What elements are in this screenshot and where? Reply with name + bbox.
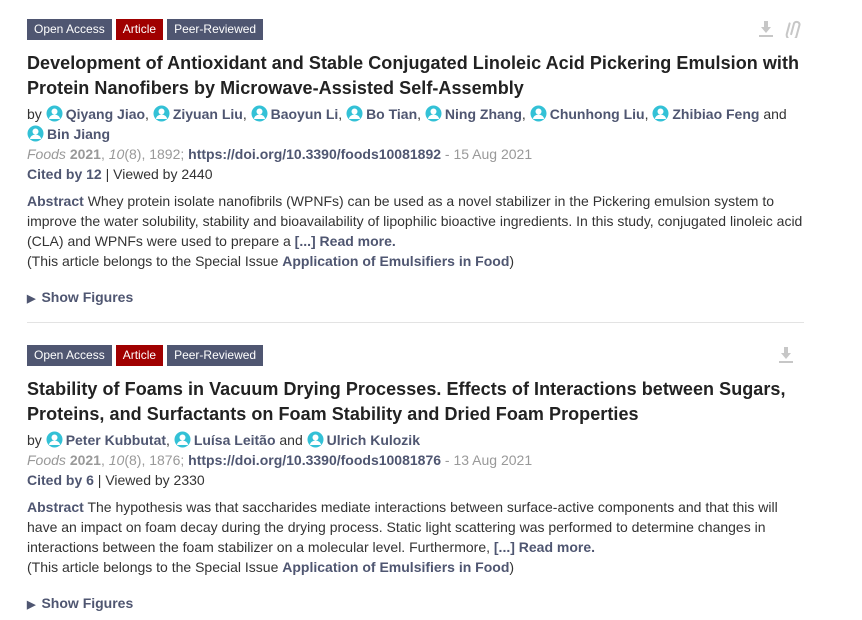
year: 2021	[69, 146, 101, 162]
author-link[interactable]: Bo Tian	[346, 105, 417, 122]
volume: 10	[108, 146, 125, 162]
abstract: Abstract The hypothesis was that sacchar…	[27, 497, 805, 557]
author-link[interactable]: Luísa Leitão	[174, 431, 276, 448]
paperclip-icon[interactable]	[784, 20, 804, 41]
author-link[interactable]: Peter Kubbutat	[46, 431, 166, 448]
peer-reviewed-badge: Peer-Reviewed	[167, 19, 264, 40]
download-icon[interactable]	[758, 20, 774, 38]
read-more-link[interactable]: [...] Read more.	[295, 233, 396, 249]
special-issue-note: (This article belongs to the Special Iss…	[27, 557, 804, 577]
author-avatar-icon	[46, 105, 63, 122]
read-more-link[interactable]: [...] Read more.	[494, 539, 595, 555]
and-label: and	[763, 106, 787, 122]
peer-reviewed-badge: Peer-Reviewed	[167, 345, 264, 366]
author-avatar-icon	[46, 431, 63, 448]
abstract-label: Abstract	[27, 499, 84, 515]
doi-link[interactable]: https://doi.org/10.3390/foods10081876	[188, 452, 441, 468]
volume: 10	[108, 452, 125, 468]
special-issue-note: (This article belongs to the Special Iss…	[27, 251, 804, 271]
author-avatar-icon	[652, 105, 669, 122]
article-title[interactable]: Development of Antioxidant and Stable Co…	[27, 51, 804, 101]
stats-line: Cited by 6 | Viewed by 2330	[27, 470, 804, 490]
author-avatar-icon	[174, 431, 191, 448]
author-link[interactable]: Ning Zhang	[425, 105, 522, 122]
article-type-badge: Article	[115, 345, 164, 366]
author-link[interactable]: Ulrich Kulozik	[307, 431, 420, 448]
author-link[interactable]: Qiyang Jiao	[46, 105, 145, 122]
article-type-badge: Article	[115, 19, 164, 40]
show-figures-label: Show Figures	[41, 595, 134, 611]
article-tools	[778, 346, 794, 364]
author-avatar-icon	[346, 105, 363, 122]
show-figures-toggle[interactable]: ▶ Show Figures	[27, 594, 804, 614]
abstract-text: The hypothesis was that saccharides medi…	[27, 499, 778, 555]
abstract: Abstract Whey protein isolate nanofibril…	[27, 191, 805, 251]
view-count: | Viewed by 2330	[97, 472, 205, 488]
abstract-text: Whey protein isolate nanofibrils (WPNFs)…	[27, 193, 803, 249]
author-avatar-icon	[27, 125, 44, 142]
article-divider	[27, 322, 804, 323]
article-item: Open Access Article Peer-Reviewed Develo…	[27, 19, 804, 308]
show-figures-toggle[interactable]: ▶ Show Figures	[27, 288, 804, 308]
author-avatar-icon	[251, 105, 268, 122]
open-access-badge: Open Access	[27, 19, 112, 40]
issue-pages: (8), 1876;	[124, 452, 185, 468]
publish-date: - 15 Aug 2021	[444, 146, 533, 162]
citation-meta: Foods 2021, 10(8), 1892; https://doi.org…	[27, 146, 533, 162]
special-issue-link[interactable]: Application of Emulsifiers in Food	[282, 253, 509, 269]
author-link[interactable]: Ziyuan Liu	[153, 105, 243, 122]
view-count: | Viewed by 2440	[105, 166, 213, 182]
year: 2021	[69, 452, 101, 468]
author-link[interactable]: Zhibiao Feng	[652, 105, 759, 122]
special-issue-prefix: (This article belongs to the Special Iss…	[27, 253, 279, 269]
issue-pages: (8), 1892;	[124, 146, 185, 162]
author-avatar-icon	[425, 105, 442, 122]
special-issue-suffix: )	[509, 253, 515, 269]
by-label: by	[27, 432, 42, 448]
author-list: by Qiyang Jiao, Ziyuan Liu, Baoyun Li, B…	[27, 105, 787, 142]
journal-name: Foods	[27, 146, 66, 162]
cited-by-link[interactable]: Cited by 6	[27, 472, 94, 488]
article-item: Open Access Article Peer-Reviewed Stabil…	[27, 345, 804, 614]
article-tools	[758, 20, 804, 41]
stats-line: Cited by 12 | Viewed by 2440	[27, 164, 804, 184]
triangle-right-icon: ▶	[27, 293, 36, 305]
cited-by-link[interactable]: Cited by 12	[27, 166, 102, 182]
show-figures-label: Show Figures	[41, 289, 134, 305]
journal-name: Foods	[27, 452, 66, 468]
author-link[interactable]: Chunhong Liu	[530, 105, 645, 122]
author-link[interactable]: Baoyun Li	[251, 105, 338, 122]
author-avatar-icon	[153, 105, 170, 122]
open-access-badge: Open Access	[27, 345, 112, 366]
article-title[interactable]: Stability of Foams in Vacuum Drying Proc…	[27, 377, 804, 427]
citation-meta: Foods 2021, 10(8), 1876; https://doi.org…	[27, 452, 533, 468]
badge-row: Open Access Article Peer-Reviewed	[27, 345, 804, 367]
download-icon[interactable]	[778, 346, 794, 364]
author-avatar-icon	[530, 105, 547, 122]
badge-row: Open Access Article Peer-Reviewed	[27, 19, 804, 41]
author-link[interactable]: Bin Jiang	[27, 125, 110, 142]
special-issue-prefix: (This article belongs to the Special Iss…	[27, 559, 279, 575]
special-issue-suffix: )	[509, 559, 515, 575]
special-issue-link[interactable]: Application of Emulsifiers in Food	[282, 559, 509, 575]
by-label: by	[27, 106, 42, 122]
publish-date: - 13 Aug 2021	[444, 452, 533, 468]
author-avatar-icon	[307, 431, 324, 448]
doi-link[interactable]: https://doi.org/10.3390/foods10081892	[188, 146, 441, 162]
and-label: and	[279, 432, 303, 448]
abstract-label: Abstract	[27, 193, 84, 209]
triangle-right-icon: ▶	[27, 599, 36, 611]
author-list: by Peter Kubbutat, Luísa Leitão and Ulri…	[27, 431, 420, 448]
